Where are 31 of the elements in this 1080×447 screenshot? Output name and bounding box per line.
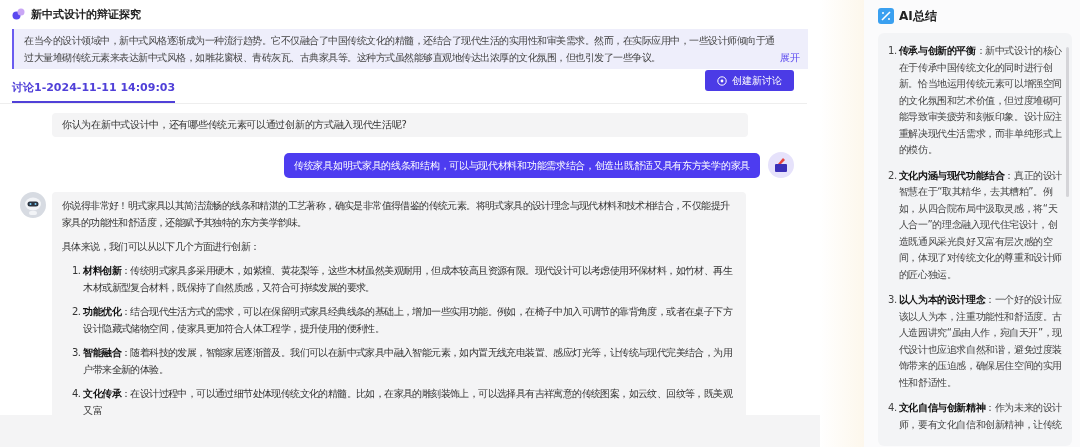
list-number: 3.	[888, 293, 897, 307]
summary-item-text: 传承与创新的平衡：新中式设计的核心在于传承中国传统文化的同时进行创新。恰当地运用传统元素可以增强空间的文化氛围和艺术价值，但过度堆砌可能导致审美疲劳和刻板印象。设计应注重解决现代生活需求，而非单纯形式上的模仿。	[898, 44, 1063, 157]
list-number: 2.	[888, 168, 897, 183]
question-bubble: 你认为在新中式设计中，还有哪些传统元素可以通过创新的方式融入现代生活呢?	[52, 113, 748, 137]
summary-item-text: 以人为本的设计理念：一个好的设计应该以人为本，注重功能性和舒适度。古人造园讲究“虽由人作，宛自天开”，现代设计也应追求自然和谐，避免过度装饰带来的压迫感，确保居住空间的实用性和舒适性。	[898, 293, 1063, 390]
list-item-text: 文化传承：在设计过程中，可以通过细节处体现传统文化的精髓。比如，在家具的雕刻装饰上，可以选择具有吉祥寓意的传统图案，如云纹、回纹等，既美观又富	[83, 387, 734, 415]
discussion-tab[interactable]: 讨论1-2024-11-11 14:09:03	[12, 78, 176, 103]
page-title: 新中式设计的辩证探究	[31, 6, 141, 22]
list-number: 1.	[888, 44, 897, 58]
robot-avatar-icon	[20, 192, 46, 218]
summary-item-text: 文化自信与创新精神：作为未来的设计师，要有文化自信和创新精神，让传统	[898, 401, 1063, 432]
list-number: 2.	[72, 305, 81, 319]
expand-link[interactable]: 展开	[780, 49, 800, 66]
message-paragraph: 你说得非常好！明式家具以其简洁流畅的线条和精湛的工艺著称，确实是非常值得借鉴的传统元素。将明式家具的设计理念与现代材料和技术相结合，不仅能提升家具的功能性和舒适度，还能赋予其独特的东方美学韵味。	[62, 199, 731, 230]
user-message: 传统家具如明式家具的线条和结构，可以与现代材料和功能需求结合，创造出既舒适又具有东方美学的家具	[284, 152, 760, 178]
intro-text: 在当今的设计领域中，新中式风格逐渐成为一种流行趋势。它不仅融合了中国传统文化的精髓，还结合了现代生活的实用性和审美需求。然而，在实际应用中，一些设计师倾向于通过大量堆砌传统元素来表达新中式风格，如雕花窗棂、青砖灰瓦、古典家具等。这种方式虽然能够直观地传达出浓厚的文化氛围，但也引发了一些争议。	[24, 34, 776, 65]
logo-icon	[12, 8, 25, 20]
list-number: 4.	[72, 387, 81, 401]
list-item-text: 智能融合：随着科技的发展，智能家居逐渐普及。我们可以在新中式家具中融入智能元素，如内置无线充电装置、感应灯光等，让传统与现代完美结合，为用户带来全新的体验。	[83, 346, 733, 377]
circle-dot-icon	[717, 75, 727, 86]
list-number: 3.	[72, 346, 81, 360]
list-item-text: 功能优化：结合现代生活方式的需求，可以在保留明式家具经典线条的基础上，增加一些实用功能。例如，在椅子中加入可调节的靠背角度，或者在桌子下方设计隐藏式储物空间，使家具更加符合人体工程学，提升使用的便利性。	[83, 305, 734, 336]
list-item-text: 材料创新：传统明式家具多采用硬木，如紫檀、黄花梨等，这些木材虽然美观耐用，但成本较高且资源有限。现代设计可以考虑使用环保材料，如竹材、再生木材或新型复合材料，既保持了自然质感，又符合可持续发展的要求。	[83, 264, 734, 295]
message-paragraph: 具体来说，我们可以从以下几个方面进行创新：	[62, 240, 261, 254]
summary-item-text: 文化内涵与现代功能结合：真正的设计智慧在于“取其精华，去其糟粕”。例如，从四合院布局中汲取灵感，将“天人合一”的理念融入现代住宅设计，创造既通风采光良好又富有层次感的空间，体现了对传统文化的尊重和设计师的匠心独运。	[898, 168, 1063, 282]
list-number: 1.	[72, 264, 81, 278]
summary-title: AI总结	[899, 7, 937, 25]
scrollbar[interactable]	[1066, 47, 1069, 197]
list-number: 4.	[888, 401, 897, 415]
user-avatar-icon	[768, 152, 794, 178]
create-discussion-button[interactable]: 创建新讨论	[705, 70, 794, 91]
